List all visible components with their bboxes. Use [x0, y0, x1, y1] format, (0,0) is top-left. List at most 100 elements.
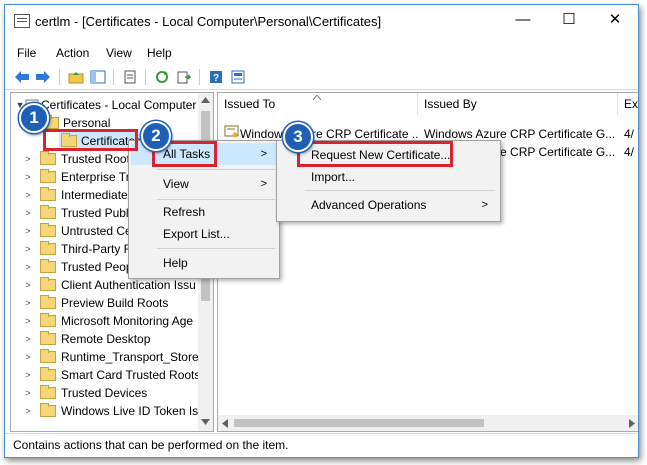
refresh-icon[interactable] [153, 68, 171, 86]
results-horizontal-scrollbar[interactable] [218, 415, 638, 431]
back-icon[interactable] [13, 68, 31, 86]
tree-label: Windows Live ID Token Iss [61, 404, 205, 418]
column-issued-to[interactable]: Issued To [218, 93, 418, 115]
column-issued-by[interactable]: Issued By [418, 93, 618, 115]
chevron-right-icon[interactable]: > [23, 330, 33, 348]
tree-label: Trusted Publis [61, 206, 138, 220]
menu-separator [157, 248, 275, 249]
maximize-button[interactable]: ☐ [546, 5, 592, 35]
menu-item-import[interactable]: Import... [279, 166, 498, 188]
tree-label: Trusted Root [61, 152, 130, 166]
chevron-right-icon: > [260, 178, 267, 190]
scrollbar-thumb[interactable] [234, 419, 484, 427]
folder-icon [40, 241, 56, 255]
help-icon[interactable]: ? [207, 68, 225, 86]
export-icon[interactable] [175, 68, 193, 86]
folder-icon [40, 367, 56, 381]
folder-icon [40, 403, 56, 417]
svg-text:?: ? [213, 73, 219, 84]
menu-item-label: View [163, 177, 189, 191]
menu-item-refresh[interactable]: Refresh [131, 201, 277, 223]
folder-icon [40, 385, 56, 399]
menu-bar: File Action View Help [5, 43, 638, 63]
scroll-up-icon[interactable] [201, 97, 210, 103]
chevron-right-icon[interactable]: > [23, 150, 33, 168]
chevron-right-icon: > [481, 199, 488, 211]
toolbar-separator [113, 69, 114, 85]
chevron-right-icon[interactable]: > [23, 222, 33, 240]
highlight-box-certificates [43, 129, 138, 151]
folder-icon [40, 187, 56, 201]
folder-icon [40, 223, 56, 237]
menu-separator [157, 169, 275, 170]
tree-label: Enterprise Tru [61, 170, 137, 184]
toolbar-separator [199, 69, 200, 85]
menu-file[interactable]: File [17, 43, 36, 63]
tree-label: Untrusted Cer [61, 224, 136, 238]
tree-label: Preview Build Roots [61, 296, 169, 310]
toolbar-separator [59, 69, 60, 85]
chevron-right-icon[interactable]: > [23, 348, 33, 366]
folder-icon [40, 295, 56, 309]
tree-label: Runtime_Transport_Store_ [61, 350, 206, 364]
menu-separator [157, 199, 275, 200]
step-badge-3: 3 [283, 122, 313, 152]
chevron-right-icon[interactable]: > [23, 312, 33, 330]
toolbar: ? [5, 65, 638, 90]
folder-icon [40, 313, 56, 327]
folder-icon [40, 169, 56, 183]
folder-icon [40, 259, 56, 273]
menu-item-label: Export List... [163, 227, 230, 241]
menu-item-advanced-operations[interactable]: Advanced Operations > [279, 194, 498, 216]
properties-icon[interactable] [229, 68, 247, 86]
menu-separator [305, 190, 495, 191]
chevron-right-icon[interactable]: > [23, 168, 33, 186]
tree-label: Third-Party R [61, 242, 133, 256]
menu-item-help[interactable]: Help [131, 252, 277, 274]
chevron-right-icon: > [260, 148, 267, 160]
show-tree-icon[interactable] [89, 68, 107, 86]
step-badge-1: 1 [19, 103, 49, 133]
minimize-button[interactable]: — [500, 5, 546, 35]
tree-label: Remote Desktop [61, 332, 151, 346]
menu-help[interactable]: Help [147, 43, 172, 63]
folder-icon [40, 349, 56, 363]
menu-item-label: Import... [311, 170, 356, 184]
window-title: certlm - [Certificates - Local Computer\… [35, 14, 382, 29]
chevron-right-icon[interactable]: > [23, 294, 33, 312]
menu-item-export-list[interactable]: Export List... [131, 223, 277, 245]
title-bar: certlm - [Certificates - Local Computer\… [5, 5, 638, 37]
folder-icon [40, 277, 56, 291]
folder-icon [40, 151, 56, 165]
app-icon [14, 14, 30, 28]
chevron-right-icon[interactable]: > [23, 186, 33, 204]
cell-expiration[interactable]: 4/ [624, 143, 638, 161]
copy-icon[interactable] [121, 68, 139, 86]
up-folder-icon[interactable] [67, 68, 85, 86]
close-button[interactable]: ✕ [592, 5, 638, 35]
highlight-box-request-new [297, 141, 453, 167]
cell-expiration[interactable]: 4/ [624, 125, 638, 143]
menu-item-view[interactable]: View > [131, 173, 277, 195]
tree-label: Smart Card Trusted Roots [61, 368, 201, 382]
tree-label: Certificates - Local Computer [41, 98, 197, 112]
chevron-right-icon[interactable]: > [23, 276, 33, 294]
chevron-right-icon[interactable]: > [23, 384, 33, 402]
menu-action[interactable]: Action [56, 43, 89, 63]
menu-item-label: Help [163, 256, 188, 270]
status-bar: Contains actions that can be performed o… [5, 433, 638, 457]
menu-item-label: Advanced Operations [311, 198, 427, 212]
menu-view[interactable]: View [106, 43, 132, 63]
chevron-right-icon[interactable]: > [23, 204, 33, 222]
column-expiration[interactable]: Ex [618, 93, 638, 115]
chevron-right-icon[interactable]: > [23, 240, 33, 258]
chevron-right-icon[interactable]: > [23, 366, 33, 384]
chevron-right-icon[interactable]: > [23, 258, 33, 276]
scroll-left-icon[interactable] [222, 419, 228, 428]
scroll-down-icon[interactable] [201, 419, 210, 425]
mmc-window: certlm - [Certificates - Local Computer\… [4, 4, 639, 458]
tree-label: Intermediate [61, 188, 128, 202]
forward-icon[interactable] [34, 68, 52, 86]
chevron-right-icon[interactable]: > [23, 402, 33, 420]
scroll-right-icon[interactable] [629, 419, 635, 428]
